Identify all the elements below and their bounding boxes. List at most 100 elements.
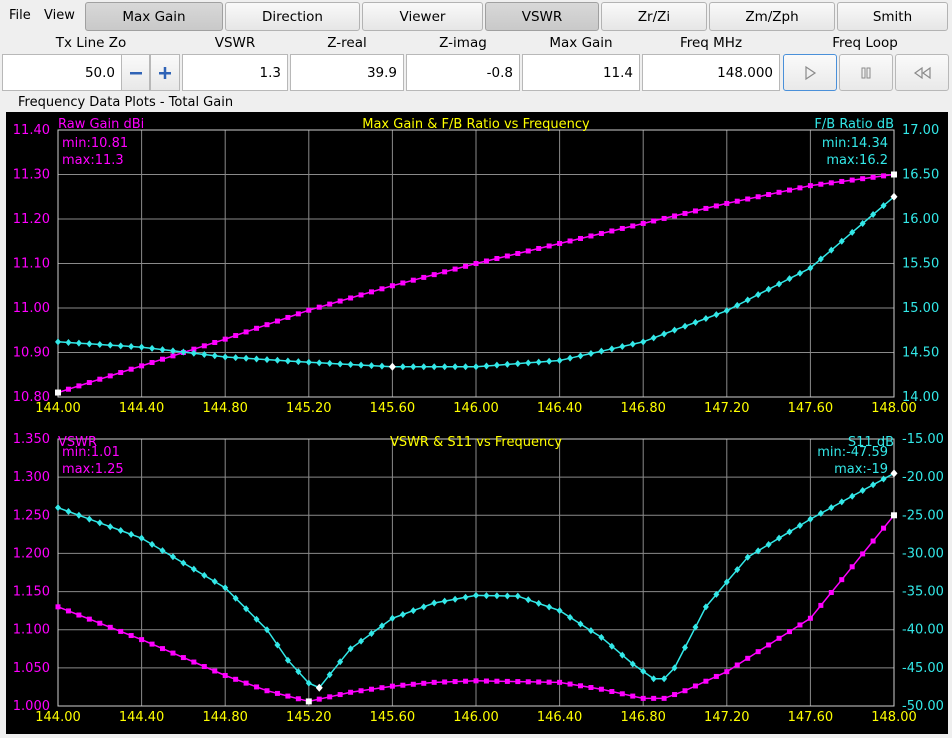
tx-line-zo-field[interactable]: 50.0 bbox=[2, 54, 122, 91]
freq-mhz-label: Freq MHz bbox=[679, 35, 743, 51]
tab-vswr[interactable]: VSWR bbox=[485, 2, 599, 31]
vswr-point bbox=[254, 684, 260, 690]
play-button[interactable] bbox=[783, 54, 837, 91]
raw-gain-dbi-point bbox=[400, 280, 406, 286]
raw-gain-dbi-point bbox=[254, 325, 260, 331]
f-b-ratio-db-point bbox=[504, 360, 511, 368]
x-tick-label: 146.40 bbox=[537, 401, 583, 416]
tab-zm-zph[interactable]: Zm/Zph bbox=[709, 2, 835, 31]
raw-gain-dbi-marker bbox=[891, 171, 897, 178]
s11-db-point bbox=[410, 607, 417, 615]
raw-gain-dbi-point bbox=[515, 250, 521, 256]
raw-gain-dbi-point bbox=[755, 194, 761, 200]
f-b-ratio-db-point bbox=[493, 361, 500, 369]
vswr-point bbox=[400, 682, 406, 688]
x-tick-label: 147.20 bbox=[704, 401, 750, 416]
s11-db-point bbox=[514, 592, 521, 600]
menu-view[interactable]: View bbox=[44, 8, 75, 23]
minus-icon bbox=[129, 71, 142, 74]
vswr-point bbox=[160, 646, 165, 652]
raw-gain-dbi-point bbox=[306, 307, 312, 313]
left-tick-label: 11.20 bbox=[13, 212, 50, 227]
raw-gain-dbi-point bbox=[630, 223, 636, 229]
s11-db-point bbox=[65, 507, 72, 515]
vswr-point bbox=[118, 628, 124, 634]
raw-gain-dbi-point bbox=[348, 295, 354, 301]
left-axis-title: Raw Gain dBi bbox=[58, 117, 144, 132]
max-gain-field[interactable]: 11.4 bbox=[522, 54, 640, 91]
raw-gain-dbi-point bbox=[619, 225, 625, 231]
s11-db-point bbox=[441, 597, 448, 605]
f-b-ratio-db-point bbox=[567, 354, 574, 362]
right-tick-label: -30.00 bbox=[902, 546, 944, 561]
s11-db-point bbox=[117, 527, 124, 535]
z-real-field[interactable]: 39.9 bbox=[290, 54, 404, 91]
menu-file[interactable]: File bbox=[9, 8, 31, 23]
raw-gain-dbi-point bbox=[557, 240, 563, 246]
tab-direction[interactable]: Direction bbox=[225, 2, 360, 31]
vswr-point bbox=[180, 655, 186, 661]
decrement-button[interactable] bbox=[121, 54, 150, 91]
left-tick-label: 10.90 bbox=[13, 346, 50, 361]
freq-mhz-field[interactable]: 148.000 bbox=[642, 54, 780, 91]
f-b-ratio-db-point bbox=[556, 357, 563, 365]
right-tick-label: 15.50 bbox=[902, 257, 939, 272]
f-b-ratio-db-point bbox=[55, 338, 61, 346]
vswr-point bbox=[619, 691, 625, 697]
x-tick-label: 145.60 bbox=[370, 401, 416, 416]
vswr-point bbox=[578, 683, 583, 689]
right-tick-label: -40.00 bbox=[902, 623, 944, 638]
vswr-point bbox=[170, 650, 176, 656]
f-b-ratio-db-point bbox=[222, 353, 229, 361]
tab-smith[interactable]: Smith bbox=[837, 2, 948, 31]
s11-db-point bbox=[849, 492, 856, 500]
tab-max-gain[interactable]: Max Gain bbox=[85, 2, 223, 31]
s11-db-point bbox=[870, 481, 877, 489]
x-tick-label: 146.00 bbox=[453, 710, 499, 725]
vswr-point bbox=[787, 629, 792, 635]
tab-zr-zi[interactable]: Zr/Zi bbox=[601, 2, 707, 31]
f-b-ratio-db-point bbox=[65, 338, 72, 346]
vswr-point bbox=[807, 615, 813, 621]
s11-db-point bbox=[504, 592, 511, 600]
vswr-point bbox=[567, 681, 573, 687]
f-b-ratio-db-point bbox=[284, 357, 291, 365]
raw-gain-dbi-point bbox=[745, 196, 751, 202]
vswr-point bbox=[724, 669, 730, 675]
vswr-point bbox=[797, 622, 803, 628]
tab-viewer[interactable]: Viewer bbox=[362, 2, 483, 31]
increment-button[interactable] bbox=[150, 54, 180, 91]
left-tick-label: 1.300 bbox=[13, 470, 50, 485]
s11-db-point bbox=[190, 565, 197, 573]
raw-gain-dbi-point bbox=[839, 178, 845, 184]
f-b-ratio-db-point bbox=[598, 347, 605, 355]
f-b-ratio-db-point bbox=[117, 342, 124, 350]
vswr-field[interactable]: 1.3 bbox=[182, 54, 288, 91]
x-tick-label: 144.80 bbox=[202, 710, 248, 725]
f-b-ratio-db-point bbox=[169, 347, 176, 355]
x-tick-label: 144.80 bbox=[202, 401, 248, 416]
pause-button[interactable] bbox=[839, 54, 893, 91]
f-b-ratio-db-point bbox=[274, 356, 281, 364]
right-tick-label: -45.00 bbox=[902, 661, 944, 676]
f-b-ratio-db-point bbox=[776, 280, 783, 288]
f-b-ratio-db-point bbox=[452, 363, 459, 371]
f-b-ratio-db-point bbox=[128, 342, 135, 350]
plots-canvas: 144.00 144.40 144.80 145.20 145.60 146.00 146.… bbox=[13, 117, 944, 725]
raw-gain-dbi-point bbox=[651, 218, 657, 224]
s11-db-point bbox=[859, 486, 866, 494]
s11-db-point bbox=[462, 593, 469, 601]
vswr-marker bbox=[305, 698, 312, 705]
s11-db-point bbox=[180, 559, 187, 567]
f-b-ratio-db-point bbox=[347, 361, 354, 369]
vswr-point bbox=[713, 673, 719, 679]
right-tick-label: 16.50 bbox=[902, 168, 939, 183]
z-imag-field[interactable]: -0.8 bbox=[406, 54, 520, 91]
f-b-ratio-db-point bbox=[138, 343, 145, 351]
vswr-point bbox=[431, 679, 437, 685]
vswr-point bbox=[222, 672, 228, 678]
f-b-ratio-db-point bbox=[316, 359, 323, 367]
rewind-button[interactable] bbox=[895, 54, 949, 91]
right-min-stat: min:-47.59 bbox=[817, 445, 888, 460]
vswr-point bbox=[107, 624, 113, 630]
